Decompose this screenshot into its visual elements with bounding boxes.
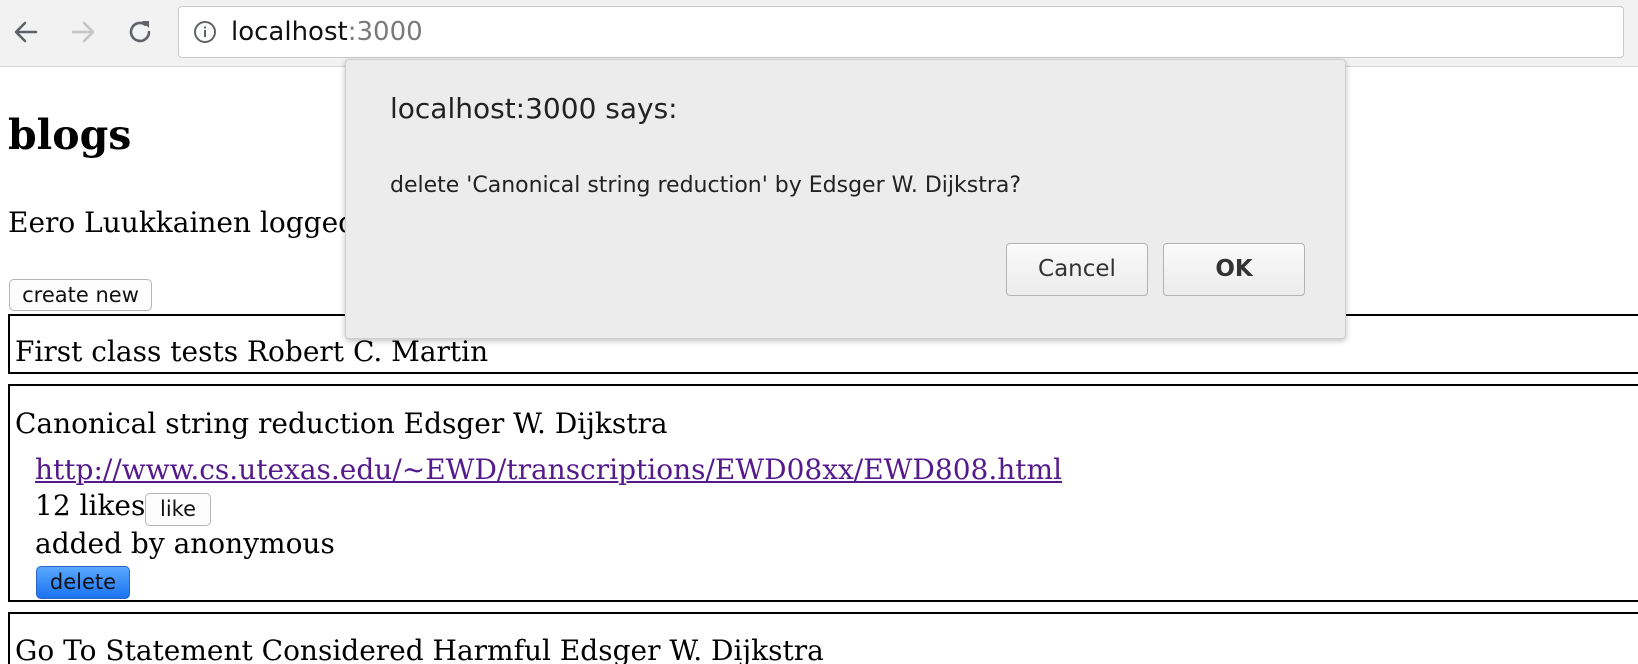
arrow-right-icon <box>71 21 95 43</box>
login-status: Eero Luukkainen logged in <box>8 206 392 239</box>
info-icon[interactable] <box>193 20 217 44</box>
blog-entry-expanded[interactable]: Canonical string reduction Edsger W. Dij… <box>8 384 1638 602</box>
blog-title[interactable]: First class tests Robert C. Martin <box>15 335 488 369</box>
create-new-button[interactable]: create new <box>9 279 152 311</box>
like-button[interactable]: like <box>145 493 211 526</box>
blog-entry[interactable]: Go To Statement Considered Harmful Edsge… <box>8 612 1638 664</box>
reload-button[interactable] <box>120 12 160 52</box>
confirm-dialog: localhost:3000 says: delete 'Canonical s… <box>345 59 1346 339</box>
url-text: localhost:3000 <box>231 17 423 47</box>
delete-button[interactable]: delete <box>36 566 130 599</box>
blog-url-link[interactable]: http://www.cs.utexas.edu/~EWD/transcript… <box>35 453 1062 487</box>
url-host: localhost <box>231 17 348 47</box>
page-title: blogs <box>8 111 132 159</box>
likes-count: 12 likes <box>35 489 146 522</box>
dialog-title: localhost:3000 says: <box>390 92 678 125</box>
blog-title[interactable]: Canonical string reduction Edsger W. Dij… <box>15 407 668 441</box>
url-port: :3000 <box>347 17 423 47</box>
arrow-left-icon <box>14 21 38 43</box>
back-button[interactable] <box>6 12 46 52</box>
browser-toolbar: localhost:3000 <box>0 0 1638 67</box>
forward-button[interactable] <box>63 12 103 52</box>
blog-title[interactable]: Go To Statement Considered Harmful Edsge… <box>15 634 824 664</box>
ok-button[interactable]: OK <box>1163 243 1305 296</box>
cancel-button[interactable]: Cancel <box>1006 243 1148 296</box>
dialog-message: delete 'Canonical string reduction' by E… <box>390 173 1022 198</box>
added-by: added by anonymous <box>35 527 335 560</box>
reload-icon <box>129 21 151 43</box>
address-bar[interactable]: localhost:3000 <box>178 6 1624 58</box>
